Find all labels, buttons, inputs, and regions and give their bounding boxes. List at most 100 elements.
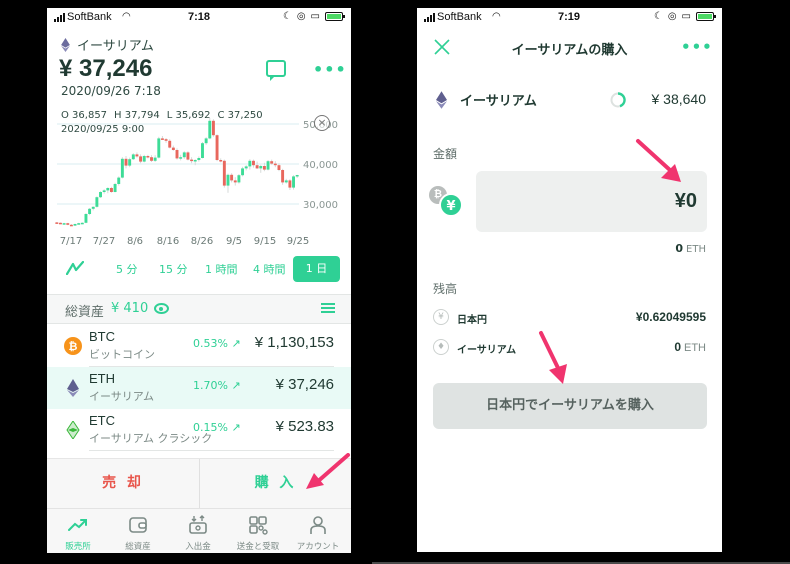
candle-up [204, 138, 208, 144]
candle-down [160, 138, 164, 140]
candle-down [288, 180, 292, 188]
tab-send-receive[interactable]: 送金と受取 [228, 509, 288, 553]
buy-eth-with-jpy-button[interactable]: 日本円でイーサリアムを購入 [433, 383, 707, 429]
candle-down [270, 161, 274, 164]
candle-down [219, 160, 223, 162]
candle-up [117, 177, 121, 184]
signal-icon [424, 13, 435, 22]
candle-down [168, 140, 172, 148]
ethereum-icon: ♦ [433, 339, 449, 355]
candle-down [281, 170, 285, 183]
balance-unit: ETH [684, 342, 706, 354]
x-tick-label: 9/5 [225, 236, 243, 247]
candle-down [175, 150, 179, 159]
candle-up [62, 223, 66, 225]
page-title: イーサリアムの購入 [511, 43, 628, 58]
wallet-icon [129, 517, 147, 533]
candle-up [73, 224, 77, 226]
candle-up [102, 190, 106, 192]
balance-label: 残高 [433, 282, 458, 296]
user-icon [310, 516, 326, 534]
candle-up [197, 158, 201, 160]
close-crosshair-button[interactable]: × [314, 115, 330, 131]
tab-exchange[interactable]: 販売所 [48, 509, 108, 553]
sell-button[interactable]: 売 却 [47, 459, 199, 508]
ethereum-icon [436, 90, 447, 109]
moon-icon: ☾ [282, 11, 292, 22]
more-button[interactable]: ••• [681, 38, 713, 56]
candle-down [215, 135, 219, 160]
line-chart-icon[interactable] [66, 261, 84, 275]
purchase-screen: SoftBank ◠ 7:19 ☾ ◎ ▭ イーサリアムの購入 ••• イーサリ… [417, 8, 722, 552]
svg-text:₿: ₿ [69, 341, 78, 353]
timeframe-selector: 5 分 15 分 1 時間 4 時間 1 日 [47, 256, 351, 282]
candle-down [135, 154, 139, 157]
candlestick-chart[interactable]: 50,00040,00030,000 [47, 116, 351, 236]
x-tick-label: 8/26 [190, 236, 214, 247]
battery-icon [696, 12, 716, 21]
candle-up [84, 214, 88, 223]
chat-bubble-icon[interactable] [266, 60, 286, 81]
yen-icon: ¥ [439, 193, 463, 217]
coin-name: イーサリアム [77, 39, 154, 54]
qr-code-icon [249, 516, 268, 535]
candle-down [150, 157, 153, 161]
candle-up [295, 175, 299, 177]
balance-name: 日本円 [457, 315, 487, 326]
candle-down [171, 147, 175, 150]
eth-estimate-value: 0 [675, 242, 684, 255]
candle-up [259, 166, 263, 169]
eye-icon[interactable] [154, 303, 169, 314]
candle-down [190, 159, 194, 162]
asset-price: ¥ 1,130,153 [254, 334, 334, 351]
wifi-icon: ◠ [492, 11, 501, 22]
asset-row-btc[interactable]: ₿ BTC ビットコイン 0.53% ↗ ¥ 1,130,153 [47, 325, 351, 367]
annotation-arrow [306, 453, 350, 489]
candle-up [80, 222, 84, 225]
asset-row-etc[interactable]: ETC イーサリアム クラシック 0.15% ↗ ¥ 523.83 [47, 409, 351, 451]
candle-up [226, 174, 230, 186]
timeframe-15m[interactable]: 15 分 [159, 261, 188, 277]
candle-up [201, 143, 204, 158]
total-assets-row: 総資産 ¥ 410 [47, 295, 351, 323]
balance-value: 0 [674, 340, 681, 354]
candle-up [113, 184, 117, 192]
tab-deposit-withdraw[interactable]: 入出金 [168, 509, 228, 553]
balance-value-wrap: 0 ETH [674, 340, 706, 354]
moon-icon: ☾ [653, 11, 663, 22]
candle-up [99, 192, 102, 198]
coin-header: イーサリアム [61, 35, 154, 54]
candle-up [266, 161, 270, 170]
timeframe-1h[interactable]: 1 時間 [205, 261, 238, 277]
tab-assets[interactable]: 総資産 [108, 509, 168, 553]
asset-symbol: ETC [89, 413, 115, 428]
list-icon[interactable] [321, 303, 335, 315]
tab-bar: 販売所 総資産 入出金 送金と受取 アカウント [47, 508, 351, 553]
tab-account[interactable]: アカウント [288, 509, 348, 553]
price-datetime: 2020/09/26 7:18 [61, 84, 161, 98]
y-tick-label: 30,000 [303, 200, 338, 211]
x-axis: 7/17 7/27 8/6 8/16 8/26 9/5 9/15 9/25 [47, 236, 351, 250]
candle-up [95, 197, 99, 207]
x-tick-label: 8/16 [156, 236, 180, 247]
orientation-lock-icon: ◎ [296, 11, 306, 22]
currency-switch[interactable]: ₿ ¥ [429, 186, 469, 222]
candle-up [153, 157, 157, 161]
candle-down [255, 165, 259, 169]
clock: 7:19 [558, 11, 581, 23]
trend-up-icon [68, 519, 87, 531]
market-screen: SoftBank ◠ 7:18 ☾ ◎ ▭ イーサリアム ¥ 37,246 20… [47, 8, 351, 553]
timeframe-5m[interactable]: 5 分 [116, 261, 138, 277]
candle-down [109, 188, 113, 192]
candle-up [120, 158, 124, 178]
tab-label: 販売所 [65, 542, 91, 552]
timeframe-4h[interactable]: 4 時間 [253, 261, 286, 277]
balance-value: ¥0.62049595 [635, 310, 706, 324]
battery-icon [325, 12, 345, 21]
asset-row-eth[interactable]: ETH イーサリアム 1.70% ↗ ¥ 37,246 [47, 367, 351, 409]
more-button[interactable]: ••• [313, 60, 347, 79]
timeframe-1d[interactable]: 1 日 [293, 256, 340, 282]
candle-up [241, 168, 245, 176]
x-tick-label: 9/15 [253, 236, 277, 247]
asset-price: ¥ 37,246 [275, 376, 334, 393]
